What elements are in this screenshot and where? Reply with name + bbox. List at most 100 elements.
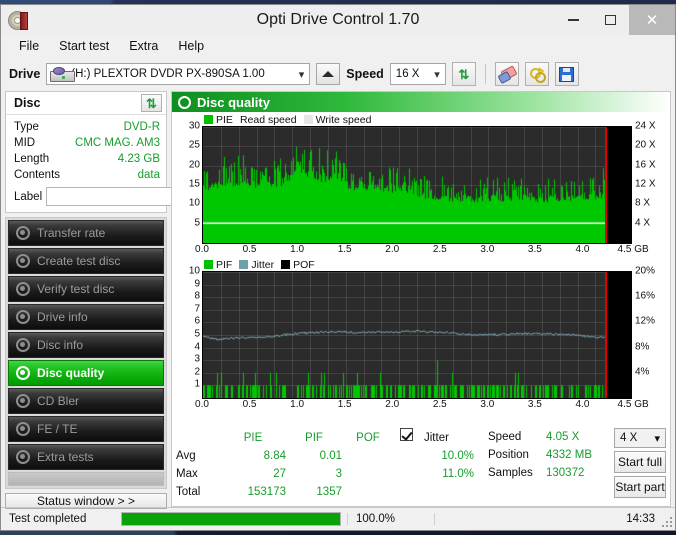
sidebar-item-cd-bler[interactable]: CD Bler bbox=[8, 388, 164, 414]
stats-header-pof: POF bbox=[356, 431, 380, 444]
y-tick-label: 6 bbox=[194, 315, 200, 327]
menu-item-start-test[interactable]: Start test bbox=[49, 37, 119, 55]
gauge-icon bbox=[178, 95, 191, 109]
menu-item-extra[interactable]: Extra bbox=[119, 37, 168, 55]
window-buttons: ✕ bbox=[555, 5, 675, 35]
refresh-icon: ⇅ bbox=[146, 95, 157, 111]
y-tick-label: 3 bbox=[194, 353, 200, 365]
pie-y2-axis: 4 X 8 X 12 X 16 X 20 X 24 X bbox=[632, 121, 668, 242]
gauge-icon bbox=[16, 310, 30, 324]
sidebar-item-disc-info[interactable]: Disc info bbox=[8, 332, 164, 358]
y2-tick-label: 16% bbox=[635, 290, 656, 302]
save-button[interactable] bbox=[554, 62, 579, 86]
chevron-down-icon: ▾ bbox=[434, 69, 440, 81]
stats-max-jitter: 11.0% bbox=[442, 468, 474, 480]
x-tick-label: 0.0 bbox=[195, 244, 209, 255]
gauge-icon bbox=[16, 366, 30, 380]
stats-avg-pif: 0.01 bbox=[319, 450, 342, 462]
gauge-icon bbox=[16, 394, 30, 408]
x-tick-label: 0.5 bbox=[242, 399, 257, 410]
pie-canvas bbox=[203, 127, 631, 243]
x-tick-label: 1.0 bbox=[290, 399, 305, 410]
stats-total-pie: 153173 bbox=[247, 486, 286, 498]
y-tick-label: 20 bbox=[188, 159, 200, 171]
y-tick-label: 15 bbox=[188, 178, 200, 190]
stats-position-value: 4332 MB bbox=[546, 449, 593, 461]
menu-item-help[interactable]: Help bbox=[168, 37, 214, 55]
stats-row-label-total: Total bbox=[176, 486, 201, 498]
sidebar-item-fe-te[interactable]: FE / TE bbox=[8, 416, 164, 442]
disc-refresh-button[interactable]: ⇅ bbox=[141, 94, 162, 112]
x-tick-label: 4.0 bbox=[575, 244, 590, 255]
sidebar-item-create-test-disc[interactable]: Create test disc bbox=[8, 248, 164, 274]
disc-panel: Disc ⇅ Type DVD-R MID CMC MAG. AM3 Lengt… bbox=[5, 91, 252, 213]
speed-select-value: 16 X bbox=[395, 68, 420, 80]
start-part-button[interactable]: Start part bbox=[614, 476, 666, 498]
disc-label-row: Label bbox=[14, 186, 252, 207]
gauge-icon bbox=[16, 254, 30, 268]
sidebar-item-label: Extra tests bbox=[37, 450, 94, 464]
row-key: Type bbox=[14, 121, 39, 133]
app-icon bbox=[7, 9, 29, 31]
sidebar-item-label: Drive info bbox=[37, 310, 88, 324]
status-message: Test completed bbox=[9, 513, 87, 525]
stats-max-pif: 3 bbox=[335, 468, 342, 480]
pie-x-axis: 0.0 0.5 1.0 1.5 2.0 2.5 3.0 3.5 4.0 4.5 GB bbox=[195, 244, 649, 258]
pie-legend: PIE Read speed Write speed bbox=[174, 113, 668, 126]
x-tick-label: 2.0 bbox=[385, 399, 400, 410]
legend-write-speed: Write speed bbox=[303, 114, 371, 126]
speed-label: Speed bbox=[346, 67, 384, 81]
menu-item-file[interactable]: File bbox=[9, 37, 49, 55]
pif-legend: PIF Jitter POF bbox=[174, 258, 668, 271]
pie-plot bbox=[202, 126, 632, 244]
status-bar: Test completed 100.0% 14:33 bbox=[1, 507, 675, 530]
y2-tick-label: 8% bbox=[635, 341, 650, 353]
x-tick-label: 1.5 bbox=[337, 399, 352, 410]
stats-speed-value: 4.05 X bbox=[546, 431, 580, 443]
start-full-button[interactable]: Start full bbox=[614, 451, 666, 473]
minimize-icon bbox=[568, 19, 579, 21]
x-tick-label: 2.5 bbox=[432, 399, 447, 410]
disc-panel-title: Disc bbox=[14, 96, 41, 110]
x-tick-label: 4.5 GB bbox=[617, 399, 649, 410]
pif-plot bbox=[202, 271, 632, 399]
stats-position-key: Position bbox=[488, 449, 529, 461]
refresh-button[interactable]: ⇅ bbox=[451, 62, 476, 86]
test-speed-select[interactable]: 4 X ▾ bbox=[614, 428, 666, 448]
keys-button[interactable] bbox=[524, 62, 549, 86]
pie-plot-row: 5 10 15 20 25 30 4 X 8 X 12 X 16 X 20 X 24 X bbox=[174, 121, 668, 244]
refresh-icon: ⇅ bbox=[458, 66, 470, 82]
close-button[interactable]: ✕ bbox=[629, 5, 675, 35]
eject-button[interactable] bbox=[316, 63, 341, 85]
y-tick-label: 10 bbox=[188, 197, 200, 209]
sidebar-item-disc-quality[interactable]: Disc quality bbox=[8, 360, 164, 386]
sidebar-item-transfer-rate[interactable]: Transfer rate bbox=[8, 220, 164, 246]
x-tick-label: 2.5 bbox=[432, 244, 447, 255]
drive-select[interactable]: (H:) PLEXTOR DVDR PX-890SA 1.00 ▾ bbox=[46, 63, 311, 85]
stats-right-table: Speed 4.05 X Position 4332 MB Samples 13… bbox=[488, 428, 614, 482]
stats-total-pif: 1357 bbox=[316, 486, 342, 498]
progress-bar bbox=[121, 512, 341, 526]
sidebar-item-extra-tests[interactable]: Extra tests bbox=[8, 444, 164, 470]
x-tick-label: 0.5 bbox=[242, 244, 257, 255]
pif-position-marker bbox=[605, 272, 608, 398]
stats-row-label-avg: Avg bbox=[176, 450, 196, 462]
speed-select[interactable]: 16 X ▾ bbox=[389, 63, 446, 85]
stats-header-jitter: Jitter bbox=[424, 431, 449, 444]
pif-tail bbox=[605, 272, 631, 398]
gauge-icon bbox=[16, 282, 30, 296]
resize-grip[interactable] bbox=[662, 517, 672, 527]
pif-y-axis: 1 2 3 4 5 6 7 8 9 10 bbox=[174, 266, 202, 397]
y-tick-label: 1 bbox=[194, 378, 200, 390]
jitter-checkbox[interactable] bbox=[394, 428, 418, 447]
y-tick-label: 5 bbox=[194, 217, 200, 229]
minimize-button[interactable] bbox=[555, 5, 592, 35]
drive-icon bbox=[50, 67, 76, 82]
sidebar-item-drive-info[interactable]: Drive info bbox=[8, 304, 164, 330]
maximize-button[interactable] bbox=[592, 5, 629, 35]
sidebar-item-label: Transfer rate bbox=[37, 226, 106, 240]
row-value: DVD-R bbox=[123, 121, 160, 133]
erase-button[interactable] bbox=[494, 62, 519, 86]
sidebar-item-verify-test-disc[interactable]: Verify test disc bbox=[8, 276, 164, 302]
legend-jitter: Jitter bbox=[239, 259, 274, 271]
